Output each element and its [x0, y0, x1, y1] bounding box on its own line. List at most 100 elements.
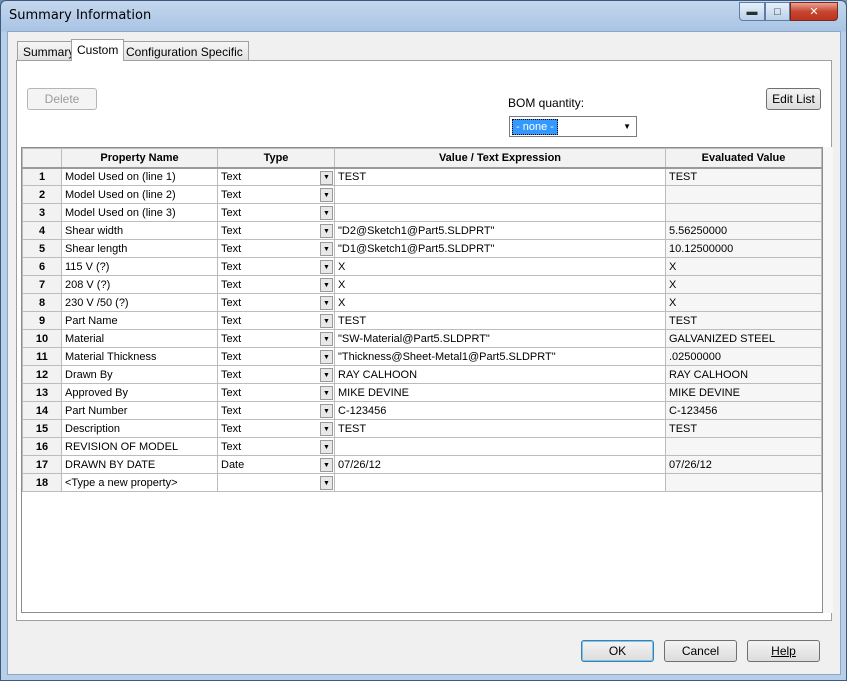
value-cell[interactable]: TEST [334, 419, 666, 438]
value-cell[interactable]: X [334, 293, 666, 312]
property-name-cell[interactable]: 230 V /50 (?) [61, 293, 218, 312]
table-row[interactable]: 10 Material Text ▼ "SW-Material@Part5.SLDPRT… [22, 329, 822, 348]
cancel-button[interactable]: Cancel [664, 640, 737, 662]
chevron-down-icon[interactable]: ▼ [320, 314, 333, 328]
tab-configuration-specific[interactable]: Configuration Specific [120, 41, 249, 60]
type-cell[interactable]: Date ▼ [217, 455, 335, 474]
type-cell[interactable]: Text ▼ [217, 185, 335, 204]
type-header[interactable]: Type [217, 148, 335, 169]
table-row[interactable]: 11 Material Thickness Text ▼ "Thickness@Shee… [22, 347, 822, 366]
value-header[interactable]: Value / Text Expression [334, 148, 666, 169]
table-row[interactable]: 4 Shear width Text ▼ "D2@Sketch1@Part5.SLDPR… [22, 221, 822, 240]
value-cell[interactable]: TEST [334, 167, 666, 186]
edit-list-button[interactable]: Edit List [766, 88, 821, 110]
value-cell[interactable]: X [334, 257, 666, 276]
chevron-down-icon[interactable]: ▼ [320, 422, 333, 436]
property-name-cell[interactable]: 115 V (?) [61, 257, 218, 276]
property-name-cell[interactable]: REVISION OF MODEL [61, 437, 218, 456]
delete-button[interactable]: Delete [27, 88, 97, 110]
type-cell[interactable]: Text ▼ [217, 239, 335, 258]
value-cell[interactable]: "SW-Material@Part5.SLDPRT" [334, 329, 666, 348]
chevron-down-icon[interactable]: ▼ [320, 458, 333, 472]
type-cell[interactable]: Text ▼ [217, 221, 335, 240]
value-cell[interactable]: RAY CALHOON [334, 365, 666, 384]
property-name-cell[interactable]: Description [61, 419, 218, 438]
value-cell[interactable]: C-123456 [334, 401, 666, 420]
type-cell[interactable]: ▼ [217, 473, 335, 492]
type-cell[interactable]: Text ▼ [217, 437, 335, 456]
property-name-cell[interactable]: Material [61, 329, 218, 348]
table-row[interactable]: 7 208 V (?) Text ▼ X X [22, 275, 822, 294]
chevron-down-icon[interactable]: ▼ [320, 404, 333, 418]
chevron-down-icon[interactable]: ▼ [320, 188, 333, 202]
chevron-down-icon[interactable]: ▼ [320, 224, 333, 238]
chevron-down-icon[interactable]: ▼ [320, 296, 333, 310]
minimize-button[interactable]: ▬ [739, 2, 765, 21]
type-cell[interactable]: Text ▼ [217, 167, 335, 186]
type-cell[interactable]: Text ▼ [217, 329, 335, 348]
value-cell[interactable]: "D1@Sketch1@Part5.SLDPRT" [334, 239, 666, 258]
value-cell[interactable]: "Thickness@Sheet-Metal1@Part5.SLDPRT" [334, 347, 666, 366]
table-row[interactable]: 6 115 V (?) Text ▼ X X [22, 257, 822, 276]
maximize-button[interactable]: □ [765, 2, 790, 21]
type-cell[interactable]: Text ▼ [217, 257, 335, 276]
value-cell[interactable] [334, 473, 666, 492]
value-cell[interactable]: TEST [334, 311, 666, 330]
title-bar[interactable]: Summary Information ▬ □ ✕ [1, 1, 846, 31]
table-row[interactable]: 2 Model Used on (line 2) Text ▼ [22, 185, 822, 204]
table-row[interactable]: 3 Model Used on (line 3) Text ▼ [22, 203, 822, 222]
value-cell[interactable] [334, 185, 666, 204]
property-name-cell[interactable]: <Type a new property> [61, 473, 218, 492]
type-cell[interactable]: Text ▼ [217, 347, 335, 366]
type-cell[interactable]: Text ▼ [217, 419, 335, 438]
property-name-cell[interactable]: Material Thickness [61, 347, 218, 366]
table-row[interactable]: 17 DRAWN BY DATE Date ▼ 07/26/12 07/26/12 [22, 455, 822, 474]
property-name-cell[interactable]: Model Used on (line 2) [61, 185, 218, 204]
help-button[interactable]: Help [747, 640, 820, 662]
chevron-down-icon[interactable]: ▼ [320, 170, 333, 185]
table-row[interactable]: 15 Description Text ▼ TEST TEST [22, 419, 822, 438]
ok-button[interactable]: OK [581, 640, 654, 662]
chevron-down-icon[interactable]: ▼ [320, 440, 333, 454]
tab-custom[interactable]: Custom [71, 39, 125, 61]
type-cell[interactable]: Text ▼ [217, 365, 335, 384]
property-name-cell[interactable]: Part Name [61, 311, 218, 330]
table-row[interactable]: 12 Drawn By Text ▼ RAY CALHOON RAY CALHOON [22, 365, 822, 384]
chevron-down-icon[interactable]: ▼ [320, 242, 333, 256]
chevron-down-icon[interactable]: ▼ [320, 206, 333, 220]
property-name-cell[interactable]: Model Used on (line 1) [61, 167, 218, 186]
property-name-header[interactable]: Property Name [61, 148, 218, 169]
property-name-cell[interactable]: Part Number [61, 401, 218, 420]
type-cell[interactable]: Text ▼ [217, 383, 335, 402]
property-name-cell[interactable]: Shear width [61, 221, 218, 240]
property-name-cell[interactable]: DRAWN BY DATE [61, 455, 218, 474]
type-cell[interactable]: Text ▼ [217, 275, 335, 294]
type-cell[interactable]: Text ▼ [217, 401, 335, 420]
close-button[interactable]: ✕ [790, 2, 838, 21]
chevron-down-icon[interactable]: ▼ [320, 476, 333, 490]
table-row[interactable]: 1 Model Used on (line 1) Text ▼ TEST TEST [22, 167, 822, 186]
chevron-down-icon[interactable]: ▼ [320, 368, 333, 382]
type-cell[interactable]: Text ▼ [217, 293, 335, 312]
table-row[interactable]: 16 REVISION OF MODEL Text ▼ [22, 437, 822, 456]
type-cell[interactable]: Text ▼ [217, 203, 335, 222]
property-name-cell[interactable]: Shear length [61, 239, 218, 258]
chevron-down-icon[interactable]: ▼ [320, 332, 333, 346]
value-cell[interactable]: X [334, 275, 666, 294]
table-row[interactable]: 18 <Type a new property> ▼ [22, 473, 822, 492]
value-cell[interactable]: "D2@Sketch1@Part5.SLDPRT" [334, 221, 666, 240]
chevron-down-icon[interactable]: ▼ [320, 386, 333, 400]
value-cell[interactable]: 07/26/12 [334, 455, 666, 474]
property-name-cell[interactable]: Model Used on (line 3) [61, 203, 218, 222]
value-cell[interactable]: MIKE DEVINE [334, 383, 666, 402]
chevron-down-icon[interactable]: ▼ [320, 260, 333, 274]
chevron-down-icon[interactable]: ▼ [320, 350, 333, 364]
table-row[interactable]: 9 Part Name Text ▼ TEST TEST [22, 311, 822, 330]
property-name-cell[interactable]: Approved By [61, 383, 218, 402]
table-row[interactable]: 8 230 V /50 (?) Text ▼ X X [22, 293, 822, 312]
value-cell[interactable] [334, 437, 666, 456]
type-cell[interactable]: Text ▼ [217, 311, 335, 330]
chevron-down-icon[interactable]: ▼ [320, 278, 333, 292]
evaluated-value-header[interactable]: Evaluated Value [665, 148, 822, 169]
table-row[interactable]: 5 Shear length Text ▼ "D1@Sketch1@Part5.SLDP… [22, 239, 822, 258]
